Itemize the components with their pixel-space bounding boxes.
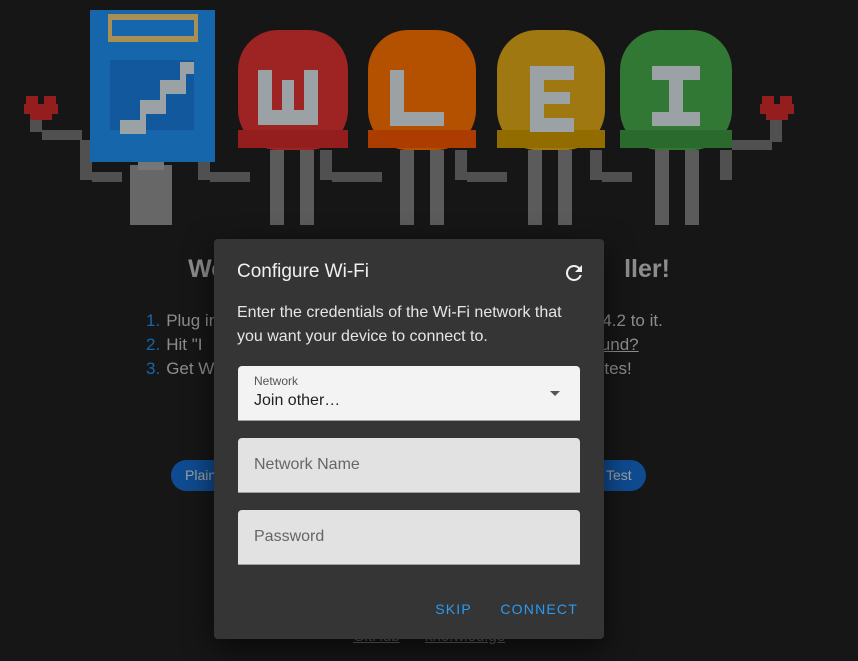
network-name-input[interactable] (238, 438, 580, 492)
dialog-actions: SKIP CONNECT (419, 597, 586, 621)
configure-wifi-dialog: Configure Wi-Fi Enter the credentials of… (214, 239, 604, 639)
password-input[interactable] (238, 510, 580, 564)
refresh-icon[interactable] (562, 261, 586, 285)
skip-button[interactable]: SKIP (427, 597, 480, 621)
network-name-field-wrapper (238, 438, 580, 493)
chevron-down-icon (550, 391, 560, 396)
dialog-description: Enter the credentials of the Wi-Fi netwo… (237, 304, 562, 345)
connect-button[interactable]: CONNECT (492, 597, 586, 621)
dialog-title: Configure Wi-Fi (237, 261, 369, 282)
network-select-label: Network (254, 374, 299, 388)
network-select[interactable]: Network Join other… (238, 366, 580, 421)
password-field-wrapper (238, 510, 580, 565)
network-select-value: Join other… (254, 392, 341, 409)
